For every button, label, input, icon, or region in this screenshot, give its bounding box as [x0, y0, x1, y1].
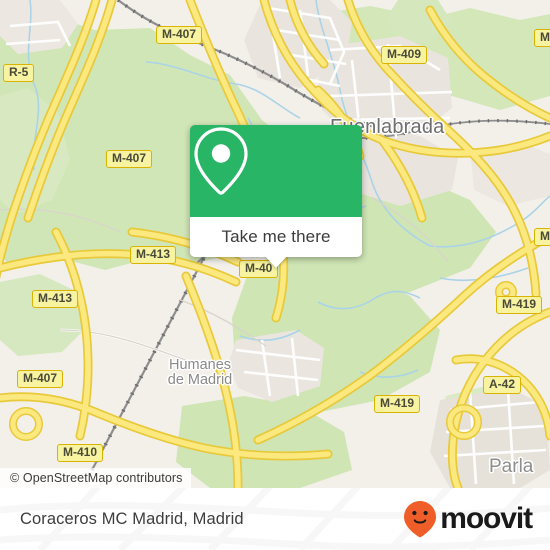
map-canvas[interactable]: Fuenlabrada Humanes de Madrid Parla R-5 M… [0, 0, 550, 488]
road-shield-r5: R-5 [3, 64, 35, 82]
road-shield-m413-b: M-413 [32, 290, 79, 308]
bottom-bar: Coraceros MC Madrid, Madrid moovit [0, 488, 550, 550]
moovit-wordmark: moovit [440, 502, 533, 535]
take-me-there-label: Take me there [221, 227, 331, 246]
road-shield-m4-right-mid: M-4 [534, 228, 550, 246]
moovit-logo[interactable]: moovit [403, 500, 533, 538]
road-shield-m419-b: M-419 [374, 395, 421, 413]
screenshot-root: Fuenlabrada Humanes de Madrid Parla R-5 M… [0, 0, 550, 550]
road-shield-m407-b: M-407 [106, 150, 153, 168]
road-shield-m413-a: M-413 [130, 246, 177, 264]
location-pin-icon [194, 127, 248, 195]
road-shield-m407-c: M-407 [17, 370, 64, 388]
road-shield-a42: A-42 [483, 376, 522, 394]
road-shield-m410: M-410 [57, 444, 104, 462]
popup-pointer [265, 256, 287, 268]
road-shield-m409: M-409 [381, 46, 428, 64]
destination-popup[interactable]: Take me there [190, 125, 362, 268]
popup-header [190, 125, 362, 217]
road-shield-m419-a: M-419 [496, 296, 543, 314]
place-caption: Coraceros MC Madrid, Madrid [20, 509, 244, 528]
popup-action-bar[interactable]: Take me there [190, 217, 362, 257]
map-attribution[interactable]: © OpenStreetMap contributors [0, 468, 191, 488]
moovit-pin-smiley-icon [404, 501, 437, 538]
road-shield-m407-a: M-407 [156, 26, 203, 44]
road-shield-m4-right-top: M-4 [534, 29, 550, 47]
